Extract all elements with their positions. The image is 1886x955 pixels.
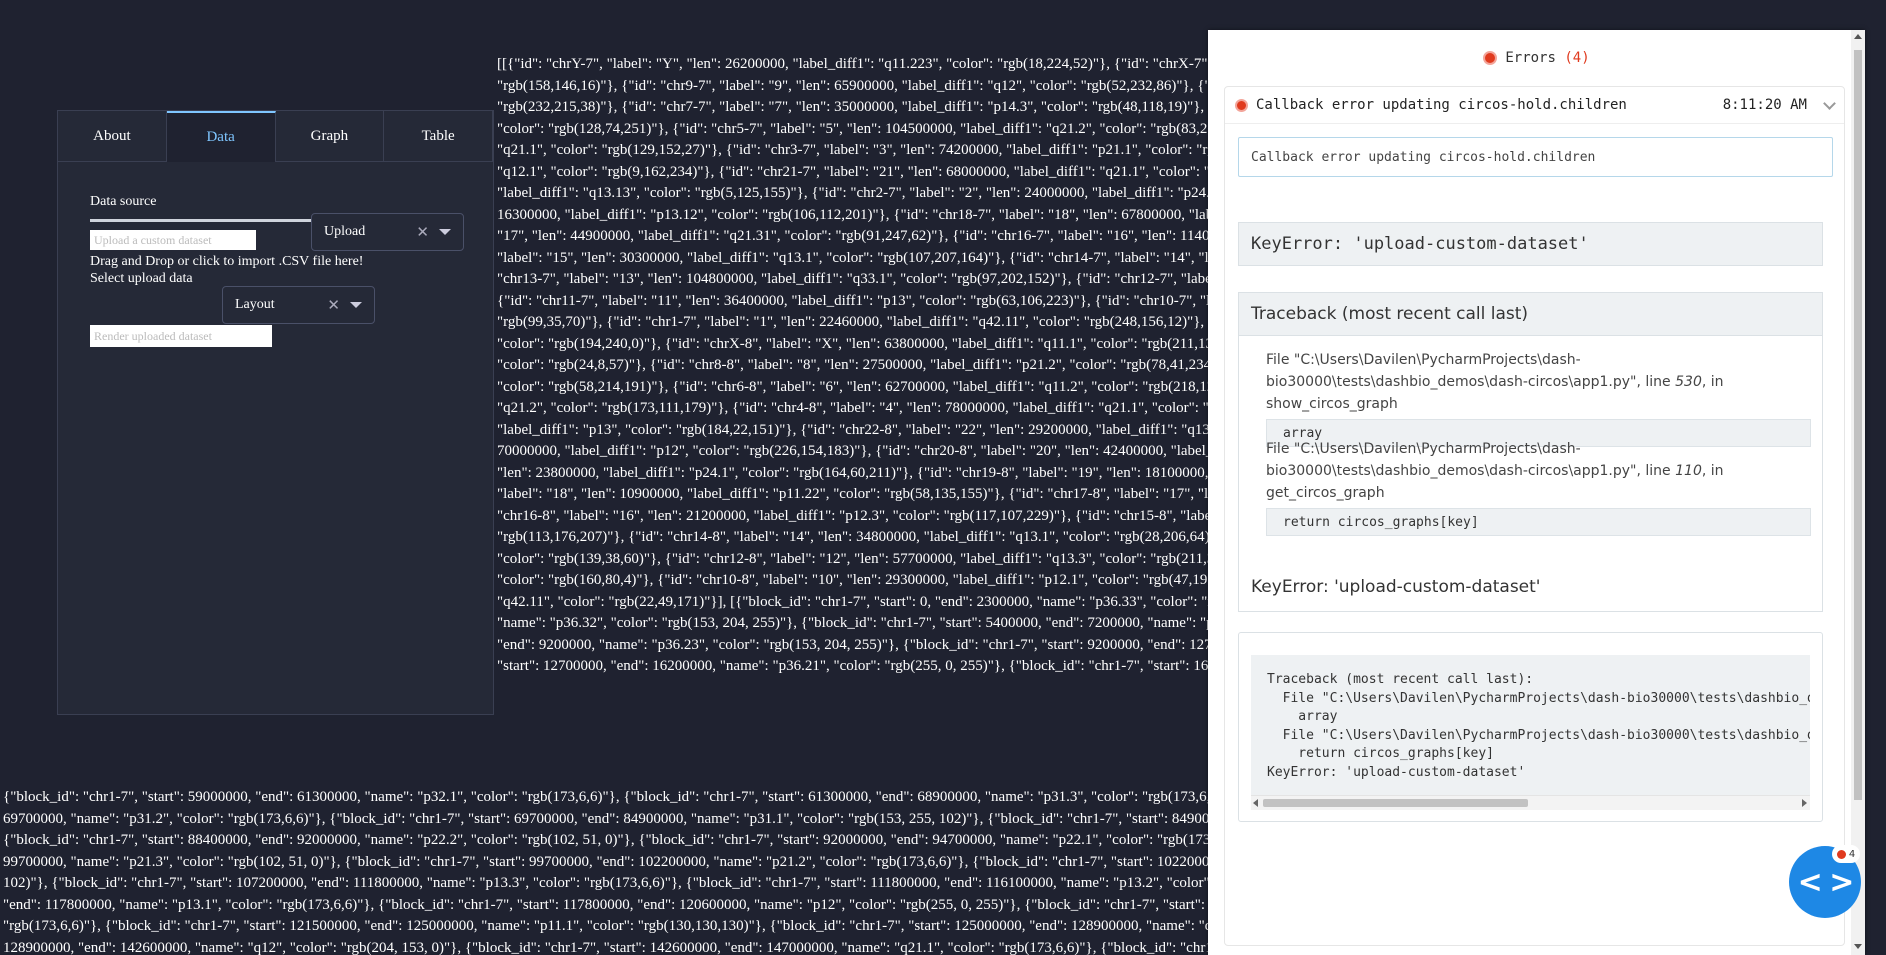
error-message: Callback error updating circos-hold.chil… xyxy=(1238,137,1833,177)
traceback-frame: File "C:\Users\Davilen\PycharmProjects\d… xyxy=(1266,349,1811,447)
traceback-panel: Traceback (most recent call last) File "… xyxy=(1238,292,1823,612)
scrollbar-thumb[interactable] xyxy=(1263,799,1528,807)
error-panel-header: Errors (4) xyxy=(1208,30,1865,86)
scroll-left-icon[interactable] xyxy=(1253,799,1258,807)
error-panel: Errors (4) Callback error updating circo… xyxy=(1208,30,1865,955)
upload-drop-zone[interactable]: Drag and Drop or click to import .CSV fi… xyxy=(90,254,363,270)
clear-icon[interactable]: ✕ xyxy=(416,223,429,242)
raw-traceback-scroll[interactable]: Traceback (most recent call last): File … xyxy=(1251,655,1810,810)
tab-graph[interactable]: Graph xyxy=(276,111,385,161)
upload-dropdown-value: Upload xyxy=(324,224,366,239)
data-source-slider[interactable] xyxy=(90,219,322,222)
frame-location: File "C:\Users\Davilen\PycharmProjects\d… xyxy=(1266,352,1724,412)
errors-count: (4) xyxy=(1564,50,1590,66)
error-type: KeyError: 'upload-custom-dataset' xyxy=(1238,222,1823,266)
frame-location: File "C:\Users\Davilen\PycharmProjects\d… xyxy=(1266,441,1724,501)
tab-table[interactable]: Table xyxy=(384,111,493,161)
traceback-frame: File "C:\Users\Davilen\PycharmProjects\d… xyxy=(1266,438,1811,536)
debug-error-count: 4 xyxy=(1848,848,1856,860)
error-status-icon xyxy=(1483,51,1498,65)
horizontal-scrollbar[interactable] xyxy=(1251,795,1810,810)
raw-traceback: Traceback (most recent call last): File … xyxy=(1267,672,1810,780)
error-card-title: Callback error updating circos-hold.chil… xyxy=(1256,97,1627,113)
layout-dropdown[interactable]: Layout ✕ xyxy=(222,286,375,324)
raw-traceback-box: Traceback (most recent call last): File … xyxy=(1238,632,1823,822)
scroll-right-icon[interactable] xyxy=(1802,799,1807,807)
tab-data[interactable]: Data xyxy=(166,111,276,162)
vertical-scrollbar[interactable] xyxy=(1851,30,1865,955)
debug-error-badge[interactable]: 4 xyxy=(1832,845,1860,863)
data-source-label: Data source xyxy=(90,194,157,209)
scrollbar-thumb[interactable] xyxy=(1854,50,1862,800)
render-dataset-button[interactable]: Render uploaded dataset xyxy=(90,325,272,347)
tab-bar: About Data Graph Table xyxy=(58,111,493,162)
error-card-header[interactable]: Callback error updating circos-hold.chil… xyxy=(1225,87,1844,124)
error-card: Callback error updating circos-hold.chil… xyxy=(1224,86,1845,946)
scroll-down-icon[interactable] xyxy=(1854,944,1862,949)
traceback-header: Traceback (most recent call last) xyxy=(1239,293,1822,336)
chevron-down-icon[interactable] xyxy=(1823,96,1836,110)
controls-panel: About Data Graph Table Data source Uploa… xyxy=(57,110,494,715)
caret-down-icon[interactable] xyxy=(350,302,362,308)
tab-about[interactable]: About xyxy=(58,111,167,161)
upload-dropdown[interactable]: Upload ✕ xyxy=(311,213,464,251)
error-dot-icon xyxy=(1836,849,1846,859)
code-brackets-icon: < > xyxy=(1797,864,1855,900)
select-upload-label: Select upload data xyxy=(90,271,193,286)
scroll-up-icon[interactable] xyxy=(1854,34,1862,39)
traceback-final-error: KeyError: 'upload-custom-dataset' xyxy=(1251,577,1541,597)
error-icon xyxy=(1235,98,1248,112)
caret-down-icon[interactable] xyxy=(439,229,451,235)
error-time: 8:11:20 AM xyxy=(1722,97,1807,113)
clear-icon[interactable]: ✕ xyxy=(327,296,340,315)
errors-title: Errors xyxy=(1505,50,1556,66)
data-source-input[interactable] xyxy=(90,230,256,250)
frame-code: return circos_graphs[key] xyxy=(1266,508,1811,536)
layout-dropdown-value: Layout xyxy=(235,297,275,312)
